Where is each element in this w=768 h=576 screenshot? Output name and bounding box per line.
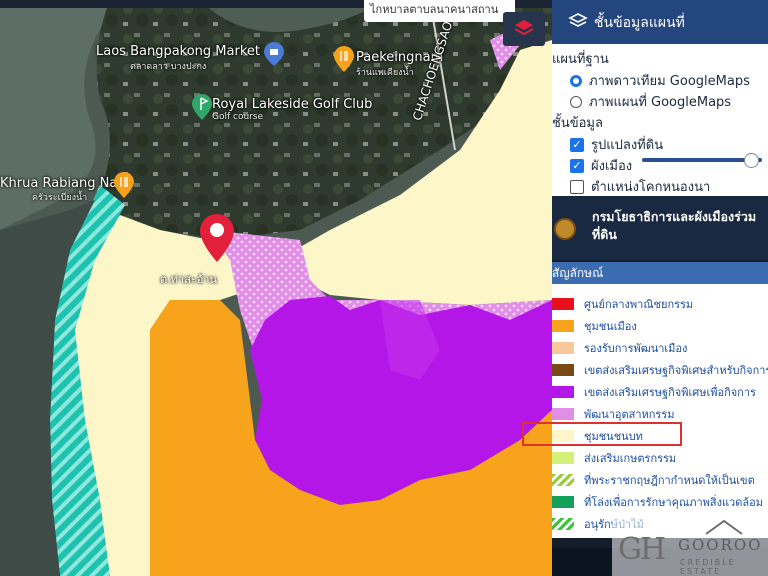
place-label-khrua: Khrua Rabiang Nam [0,176,130,191]
department-seal-icon [554,218,576,240]
watermark-mark: GH [618,532,666,567]
legend-item: ที่พระราชกฤษฎีกากำหนดให้เป็นเขต [552,470,755,490]
watermark-sub: CREDIBLE ESTATE [680,558,736,576]
legend-label: ศูนย์กลางพาณิชยกรรม [584,298,694,311]
legend-swatch [552,474,574,486]
legend-swatch [552,408,574,420]
checkbox-icon[interactable] [570,179,584,194]
panel-title: ชั้นข้อมูลแผนที่ [594,15,685,31]
legend-swatch [552,452,574,464]
legend-label: เขตส่งเสริมเศรษฐกิจพิเศษสำหรับกิจการ [584,364,768,377]
place-sub-golf: Golf course [212,112,264,122]
legend-swatch [552,518,574,530]
shopping-place-icon[interactable] [264,42,284,66]
layer-label: รูปแปลงที่ดิน [591,138,664,153]
department-name: กรมโยธาธิการและผังเมืองร่วม ที่ดิน [592,209,757,242]
legend-item: ศูนย์กลางพาณิชยกรรม [552,294,693,314]
slider-handle[interactable] [744,153,759,168]
layers-toggle-button[interactable] [503,12,545,46]
place-sub-paekeingnam: ร้านแพเคียงน้ำ [356,68,414,78]
legend: สัญลักษณ์ ศูนย์กลางพาณิชยกรรม ชุมชนเมือง… [552,262,768,538]
data-layer-section: ชั้นข้อมูล [552,116,603,131]
house-icon [705,519,743,535]
legend-swatch [552,364,574,376]
legend-label: รองรับการพัฒนาเมือง [584,342,688,355]
legend-label: ส่งเสริมเกษตรกรรม [584,452,677,465]
base-map-section: แผนที่ฐาน [552,52,609,67]
legend-label: พัฒนาอุตสาหกรรม [584,408,675,421]
layer-label: ตำแหน่งโคกหนองนา [591,180,711,195]
opacity-slider[interactable] [642,153,762,168]
radio-selected-icon[interactable] [570,74,582,87]
legend-item: ชุมชนเมือง [552,316,637,336]
layer-parcels[interactable]: ✓ รูปแปลงที่ดิน [570,134,663,155]
watermark-name: GOOROO [678,536,763,554]
legend-item: รองรับการพัฒนาเมือง [552,338,687,358]
legend-label: เขตส่งเสริมเศรษฐกิจพิเศษเพื่อกิจการ [584,386,756,399]
layers-icon [568,13,588,27]
legend-label: ที่พระราชกฤษฎีกากำหนดให้เป็นเขต [584,474,755,487]
place-sub-khrua: ครัวระเบียงน้ำ [32,193,88,203]
legend-swatch [552,320,574,332]
legend-highlight-box [522,422,682,446]
department-header: กรมโยธาธิการและผังเมืองร่วม ที่ดิน [552,196,768,260]
place-label-golf: Royal Lakeside Golf Club [212,97,373,112]
legend-item: เขตส่งเสริมเศรษฐกิจพิเศษเพื่อกิจการ [552,382,756,402]
watermark-logo: GH GOOROO CREDIBLE ESTATE [612,514,768,576]
legend-label: ชุมชนเมือง [584,320,637,333]
checkbox-checked-icon[interactable]: ✓ [570,158,584,173]
legend-item: เขตส่งเสริมเศรษฐกิจพิเศษสำหรับกิจการ [552,360,768,380]
food-place-icon[interactable] [334,46,354,72]
legend-swatch [552,496,574,508]
legend-swatch [552,342,574,354]
legend-item: ที่โล่งเพื่อการรักษาคุณภาพสิ่งแวดล้อม [552,492,763,512]
base-option-label: ภาพดาวเทียม GoogleMaps [589,74,750,89]
place-label-market: Laos Bangpakong Market [96,44,260,59]
legend-item: พัฒนาอุตสาหกรรม [552,404,675,424]
base-option-map[interactable]: ภาพแผนที่ GoogleMaps [570,91,731,112]
panel-header: ชั้นข้อมูลแผนที่ [552,0,768,44]
radio-icon[interactable] [570,95,582,108]
food-place-icon-2[interactable] [114,172,134,198]
base-option-satellite[interactable]: ภาพดาวเทียม GoogleMaps [570,70,750,91]
legend-title: สัญลักษณ์ [552,262,768,284]
layers-icon [514,20,534,36]
legend-label: ที่โล่งเพื่อการรักษาคุณภาพสิ่งแวดล้อม [584,496,763,509]
layer-panel: ชั้นข้อมูลแผนที่ แผนที่ฐาน ภาพดาวเทียม G… [552,0,768,576]
legend-item: ส่งเสริมเกษตรกรรม [552,448,676,468]
place-sub-market: ตลาดลาว บางปะกง [130,62,207,72]
checkbox-checked-icon[interactable]: ✓ [570,137,584,152]
layer-label: ผังเมือง [591,159,633,174]
area-label: ต.ท่าสะอ้าน [160,273,217,286]
search-input[interactable]: ไกหบาลตาบลนาคนาสถาน [364,0,515,22]
location-pin-icon[interactable] [200,214,234,262]
layer-city-plan[interactable]: ✓ ผังเมือง [570,155,632,176]
base-option-label: ภาพแผนที่ GoogleMaps [589,95,732,110]
layer-options: แผนที่ฐาน ภาพดาวเทียม GoogleMaps ภาพแผนท… [552,44,768,196]
legend-swatch [552,298,574,310]
layer-khok-nong-na[interactable]: ตำแหน่งโคกหนองนา [570,176,710,197]
legend-swatch [552,386,574,398]
golf-place-icon[interactable] [192,94,212,120]
